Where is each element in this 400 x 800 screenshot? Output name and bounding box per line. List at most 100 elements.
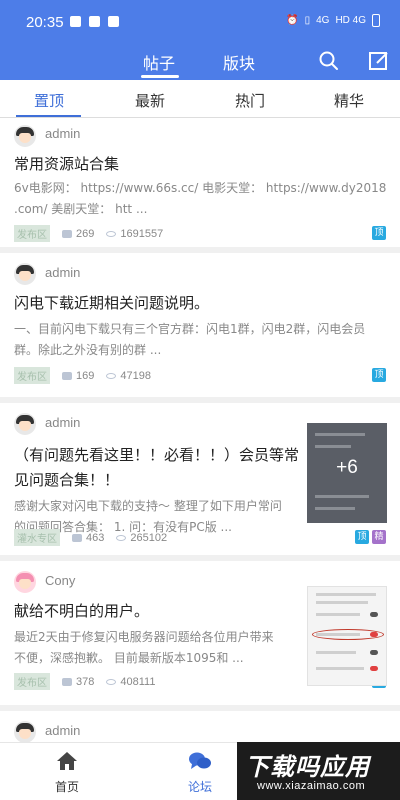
subtab-pinned[interactable]: 置顶: [34, 90, 64, 111]
nav-forum-label: 论坛: [187, 780, 212, 794]
status-time: 20:35: [26, 14, 64, 31]
network-left: 4G: [316, 15, 330, 26]
avatar[interactable]: [14, 413, 36, 435]
post-title[interactable]: 常用资源站合集: [14, 152, 119, 177]
excerpt-line: 感谢大家对闪电下载的支持～ 整理了如下用户常问: [14, 499, 282, 513]
avatar[interactable]: [14, 125, 36, 147]
post-meta: 发布区 269 1691557: [14, 225, 175, 242]
highlight-circle: [312, 629, 384, 640]
comment-count-value: 378: [76, 675, 95, 688]
forum-tag[interactable]: 发布区: [14, 225, 50, 242]
sub-tabs: 置顶 最新 热门 精华: [0, 80, 400, 118]
view-count-value: 47198: [120, 369, 151, 382]
comment-count-value: 463: [86, 531, 105, 544]
post-badges: 顶: [372, 368, 386, 382]
subtab-hot[interactable]: 热门: [235, 90, 265, 111]
post-author[interactable]: admin: [45, 415, 80, 430]
excerpt-line: .com/ 美剧天堂： htt ...: [14, 202, 148, 216]
forum-tag[interactable]: 发布区: [14, 673, 50, 690]
subtab-essence[interactable]: 精华: [334, 90, 364, 111]
pinned-badge: 顶: [372, 368, 386, 382]
title-line: （有问题先看这里！！必看！！）会员等常: [14, 446, 300, 464]
post-author[interactable]: admin: [45, 265, 80, 280]
excerpt-line: 一、目前闪电下载只有三个官方群：闪电1群，闪电2群，闪电会员: [14, 322, 366, 336]
avatar[interactable]: [14, 571, 36, 593]
essence-badge: 精: [372, 530, 386, 544]
post-author[interactable]: Cony: [45, 573, 75, 588]
view-count: 47198: [106, 370, 151, 382]
thumb-line: [315, 433, 365, 436]
title-line: 见问题合集！！: [14, 471, 120, 489]
home-icon: [57, 752, 77, 770]
battery-icon: [372, 14, 380, 27]
nav-home-label: 首页: [54, 780, 79, 794]
post-item[interactable]: admin: [0, 711, 400, 742]
post-item[interactable]: Cony 献给不明白的用户。 最近2天由于修复闪电服务器问题给各位用户带来 不便…: [0, 561, 400, 711]
tab-boards[interactable]: 版块: [223, 50, 255, 74]
view-count-value: 265102: [130, 531, 168, 544]
post-item[interactable]: admin 常用资源站合集 6v电影网： https://www.66s.cc/…: [0, 118, 400, 253]
watermark-title: 下载吗应用: [245, 753, 370, 781]
app-bar: 帖子 版块: [0, 44, 400, 80]
excerpt-line: 不便，深感抱歉。 目前最新版本1095和 ...: [14, 651, 244, 665]
active-tab-indicator: [141, 75, 179, 78]
view-count: 265102: [116, 532, 167, 544]
nav-home[interactable]: 首页: [42, 751, 92, 795]
thumb-line: [316, 667, 364, 670]
post-title[interactable]: 献给不明白的用户。: [14, 599, 149, 624]
watermark-logo: 下载吗应用 www.xiazaimao.com: [237, 742, 400, 800]
post-item[interactable]: admin （有问题先看这里！！必看！！）会员等常 见问题合集！！ 感谢大家对闪…: [0, 403, 400, 561]
thumb-toggle: [370, 612, 378, 617]
thumb-line: [315, 495, 369, 498]
chat-bubbles-icon: [189, 752, 211, 769]
avatar[interactable]: [14, 263, 36, 285]
eye-icon: [106, 372, 117, 379]
post-meta: 灌水专区 463 265102: [14, 529, 179, 546]
comment-icon: [62, 677, 72, 686]
post-author[interactable]: admin: [45, 126, 80, 141]
post-meta: 发布区 378 408111: [14, 673, 167, 690]
subtab-indicator: [16, 115, 81, 117]
comment-icon: [62, 371, 72, 380]
subtab-latest[interactable]: 最新: [135, 90, 165, 111]
tab-posts[interactable]: 帖子: [143, 50, 175, 74]
view-count-value: 408111: [120, 675, 156, 688]
comment-icon: [62, 229, 72, 238]
flash-notification-icon: [70, 16, 81, 27]
thumb-line: [316, 613, 360, 616]
view-count-value: 1691557: [120, 227, 164, 240]
excerpt-line: 6v电影网： https://www.66s.cc/ 电影天堂： https:/…: [14, 181, 387, 195]
thumb-line: [315, 507, 355, 510]
app-notification-icon: [89, 16, 100, 27]
post-excerpt: 6v电影网： https://www.66s.cc/ 电影天堂： https:/…: [14, 178, 386, 220]
post-item[interactable]: admin 闪电下载近期相关问题说明。 一、目前闪电下载只有三个官方群：闪电1群…: [0, 253, 400, 403]
excerpt-line: 群。除此之外没有别的群 ...: [14, 343, 162, 357]
eye-icon: [106, 230, 117, 237]
post-badges: 顶: [372, 226, 386, 240]
post-author[interactable]: admin: [45, 723, 80, 738]
comment-count: 463: [72, 532, 104, 544]
notification-icons: [70, 16, 119, 27]
thumb-line: [316, 601, 368, 604]
comment-count: 269: [62, 228, 94, 240]
network-right: HD 4G: [335, 15, 366, 26]
thumb-toggle: [370, 650, 378, 655]
post-thumbnail[interactable]: +6: [307, 423, 387, 523]
watermark-url: www.xiazaimao.com: [257, 780, 366, 792]
post-title[interactable]: 闪电下载近期相关问题说明。: [14, 291, 209, 316]
avatar[interactable]: [14, 721, 36, 742]
forum-tag[interactable]: 灌水专区: [14, 529, 60, 546]
excerpt-line: 最近2天由于修复闪电服务器问题给各位用户带来: [14, 630, 274, 644]
post-badges: 顶 精: [355, 530, 386, 544]
post-title[interactable]: （有问题先看这里！！必看！！）会员等常 见问题合集！！: [14, 443, 304, 493]
more-images-count: +6: [336, 457, 358, 478]
search-icon[interactable]: [318, 50, 340, 76]
compose-icon[interactable]: [368, 50, 390, 76]
nav-forum[interactable]: 论坛: [175, 751, 225, 795]
forum-tag[interactable]: 发布区: [14, 367, 50, 384]
pinned-badge: 顶: [355, 530, 369, 544]
post-excerpt: 一、目前闪电下载只有三个官方群：闪电1群，闪电2群，闪电会员 群。除此之外没有别…: [14, 319, 365, 361]
status-right: ⏰ ▯ 4G HD 4G: [286, 14, 380, 27]
alarm-icon: ⏰: [286, 15, 299, 26]
post-thumbnail[interactable]: [307, 586, 387, 686]
